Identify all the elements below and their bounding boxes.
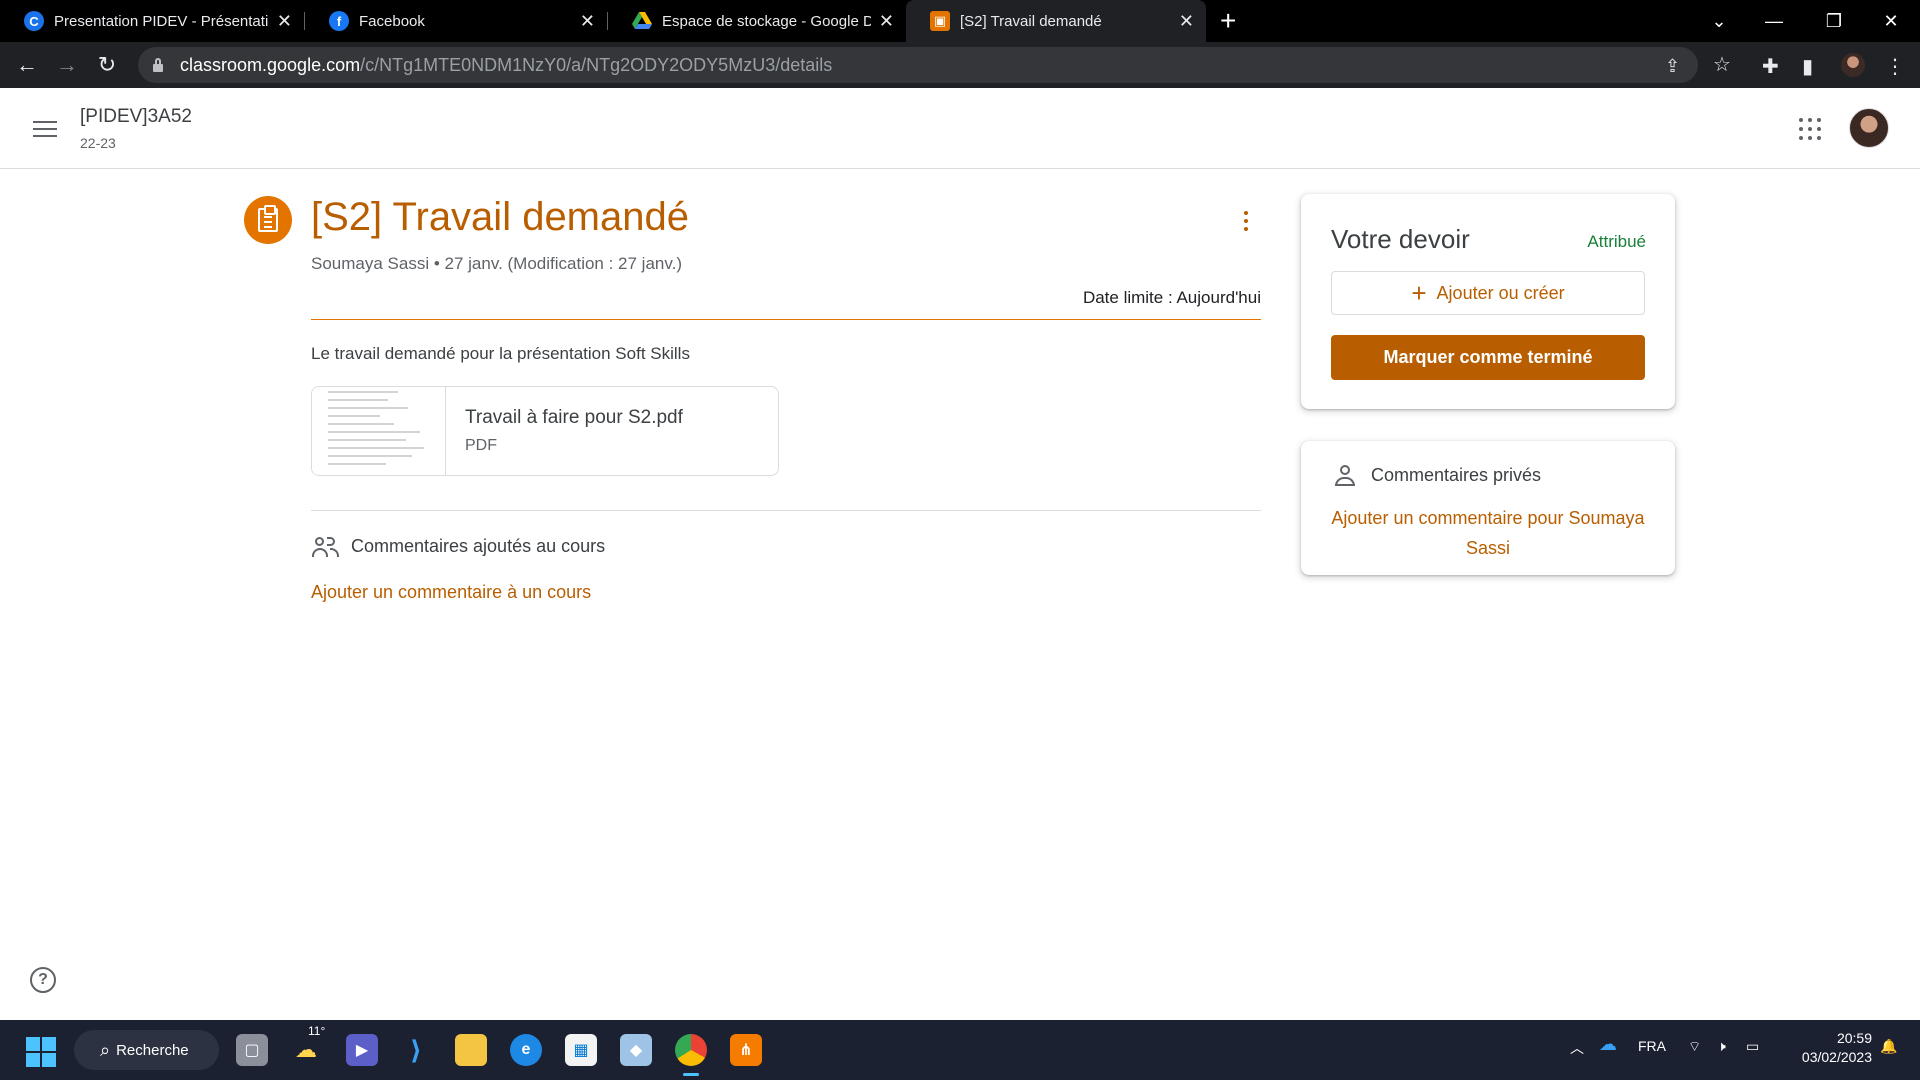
class-comments-title: Commentaires ajoutés au cours (351, 536, 606, 556)
bookmark-star-icon[interactable]: ☆ (1713, 52, 1731, 77)
person-icon (1334, 465, 1356, 487)
minimize-button[interactable]: — (1749, 0, 1799, 42)
back-arrow-icon[interactable]: ← (14, 52, 40, 78)
add-or-create-label: Ajouter ou créer (1436, 282, 1565, 303)
attachment-name: Travail à faire pour S2.pdf (465, 407, 683, 428)
attachment-card[interactable]: Travail à faire pour S2.pdf PDF (311, 386, 779, 476)
weather-icon[interactable]: ☁ (290, 1034, 322, 1066)
google-drive-icon (632, 11, 652, 31)
close-icon[interactable]: ✕ (1179, 11, 1194, 32)
assignment-meta: Soumaya Sassi • 27 janv. (Modification :… (311, 254, 682, 273)
class-name[interactable]: [PIDEV]3A52 (80, 106, 192, 128)
windows-taskbar: ⌕ Recherche ▢ ☁ 11° ▶ ⟩ e ▦ ◆ ⋔ ︿ ☁ FRA … (0, 1020, 1920, 1080)
battery-icon[interactable]: ▭ (1746, 1038, 1759, 1055)
tab-search-chevron-icon[interactable]: ⌄ (1694, 0, 1744, 42)
url-host: classroom.google.com (180, 54, 361, 75)
more-options-icon[interactable] (1236, 209, 1256, 233)
side-panel-icon[interactable]: ▮ (1802, 54, 1813, 79)
task-view-icon[interactable]: ▢ (236, 1034, 268, 1066)
tab-presentation-pidev[interactable]: C Presentation PIDEV - Présentation ✕ (0, 0, 304, 42)
page-title: [S2] Travail demandé (311, 195, 689, 239)
lock-icon (152, 58, 164, 72)
new-tab-button[interactable]: + (1220, 6, 1236, 36)
assignment-icon (244, 196, 292, 244)
title-divider (311, 319, 1261, 320)
browser-tab-bar: C Presentation PIDEV - Présentation ✕ f … (0, 0, 1920, 42)
onedrive-cloud-icon[interactable]: ☁ (1599, 1034, 1617, 1055)
address-bar[interactable]: classroom.google.com/c/NTg1MTE0NDM1NzY0/… (138, 47, 1698, 83)
volume-muted-icon[interactable]: 🕨 (1717, 1038, 1726, 1055)
canva-icon: C (24, 11, 44, 31)
attachment-type: PDF (465, 437, 497, 454)
more-vert-icon[interactable]: ⋮ (1885, 54, 1905, 79)
profile-avatar[interactable] (1841, 53, 1865, 77)
extensions-puzzle-icon[interactable]: ✚ (1762, 54, 1779, 79)
draw-io-icon[interactable]: ⋔ (730, 1034, 762, 1066)
clock-time: 20:59 (1836, 1030, 1872, 1046)
section-divider (311, 510, 1261, 511)
taskbar-clock[interactable]: 20:59 03/02/2023 (1782, 1029, 1872, 1067)
close-icon[interactable]: ✕ (580, 11, 595, 32)
vscode-icon[interactable]: ⟩ (400, 1034, 432, 1066)
browser-toolbar: ← → ↻ classroom.google.com/c/NTg1MTE0NDM… (0, 42, 1920, 88)
classroom-assignment-icon: ▣ (930, 11, 950, 31)
add-or-create-button[interactable]: + Ajouter ou créer (1331, 271, 1645, 315)
classroom-header: [PIDEV]3A52 22-23 (0, 88, 1920, 169)
wifi-icon[interactable]: ⌔ (1688, 1038, 1701, 1056)
pdf-thumbnail (312, 387, 446, 475)
your-work-card: Votre devoir Attribué + Ajouter ou créer… (1301, 194, 1675, 409)
close-icon[interactable]: ✕ (879, 11, 894, 32)
close-window-button[interactable]: ✕ (1866, 0, 1916, 42)
restore-button[interactable]: ❐ (1809, 0, 1859, 42)
assignment-description: Le travail demandé pour la présentation … (311, 344, 690, 363)
search-icon: ⌕ (100, 1039, 111, 1060)
close-icon[interactable]: ✕ (277, 11, 292, 32)
plus-icon: + (1411, 278, 1427, 308)
private-comments-card: Commentaires privés Ajouter un commentai… (1301, 441, 1675, 575)
url-path: /c/NTg1MTE0NDM1NzY0/a/NTg2ODY2ODY5MzU3/d… (360, 54, 833, 75)
main-menu-icon[interactable] (33, 121, 57, 139)
tab-google-drive[interactable]: Espace de stockage - Google Drive ✕ (608, 0, 906, 42)
taskbar-search-label: Recherche (116, 1041, 189, 1059)
chrome-icon[interactable] (675, 1034, 707, 1076)
mark-as-done-button[interactable]: Marquer comme terminé (1331, 335, 1645, 380)
status-badge: Attribué (1587, 232, 1646, 251)
windows-start-icon[interactable] (26, 1037, 56, 1067)
class-section: 22-23 (80, 135, 116, 151)
add-private-comment-link[interactable]: Ajouter un commentaire pour Soumaya Sass… (1331, 503, 1645, 563)
facebook-icon: f (329, 11, 349, 31)
help-icon[interactable]: ? (30, 967, 56, 993)
reload-icon[interactable]: ↻ (94, 52, 120, 78)
private-comments-title: Commentaires privés (1371, 465, 1542, 485)
your-work-title: Votre devoir (1331, 224, 1470, 254)
tab-facebook[interactable]: f Facebook ✕ (305, 0, 607, 42)
file-explorer-icon[interactable] (455, 1034, 487, 1066)
teams-chat-icon[interactable]: ▶ (346, 1034, 378, 1066)
tab-travail-demande[interactable]: ▣ [S2] Travail demandé ✕ (906, 0, 1206, 42)
notifications-bell-icon[interactable]: 🔔 (1880, 1038, 1897, 1055)
weather-temperature: 11° (308, 1024, 326, 1038)
show-hidden-icons-chevron-icon[interactable]: ︿ (1570, 1038, 1584, 1058)
store-icon[interactable]: ▦ (565, 1034, 597, 1066)
clock-date: 03/02/2023 (1801, 1049, 1872, 1065)
input-language[interactable]: FRA (1638, 1038, 1666, 1054)
virtualbox-icon[interactable]: ◆ (620, 1034, 652, 1066)
add-class-comment-link[interactable]: Ajouter un commentaire à un cours (311, 582, 591, 603)
people-icon (312, 536, 340, 558)
taskbar-search[interactable]: ⌕ Recherche (74, 1030, 219, 1070)
account-avatar[interactable] (1849, 108, 1889, 148)
google-apps-icon[interactable] (1799, 118, 1821, 140)
forward-arrow-icon[interactable]: → (54, 52, 80, 78)
due-date: Date limite : Aujourd'hui (1082, 288, 1261, 307)
share-icon[interactable]: ⇪ (1665, 56, 1680, 77)
edge-icon[interactable]: e (510, 1034, 542, 1066)
